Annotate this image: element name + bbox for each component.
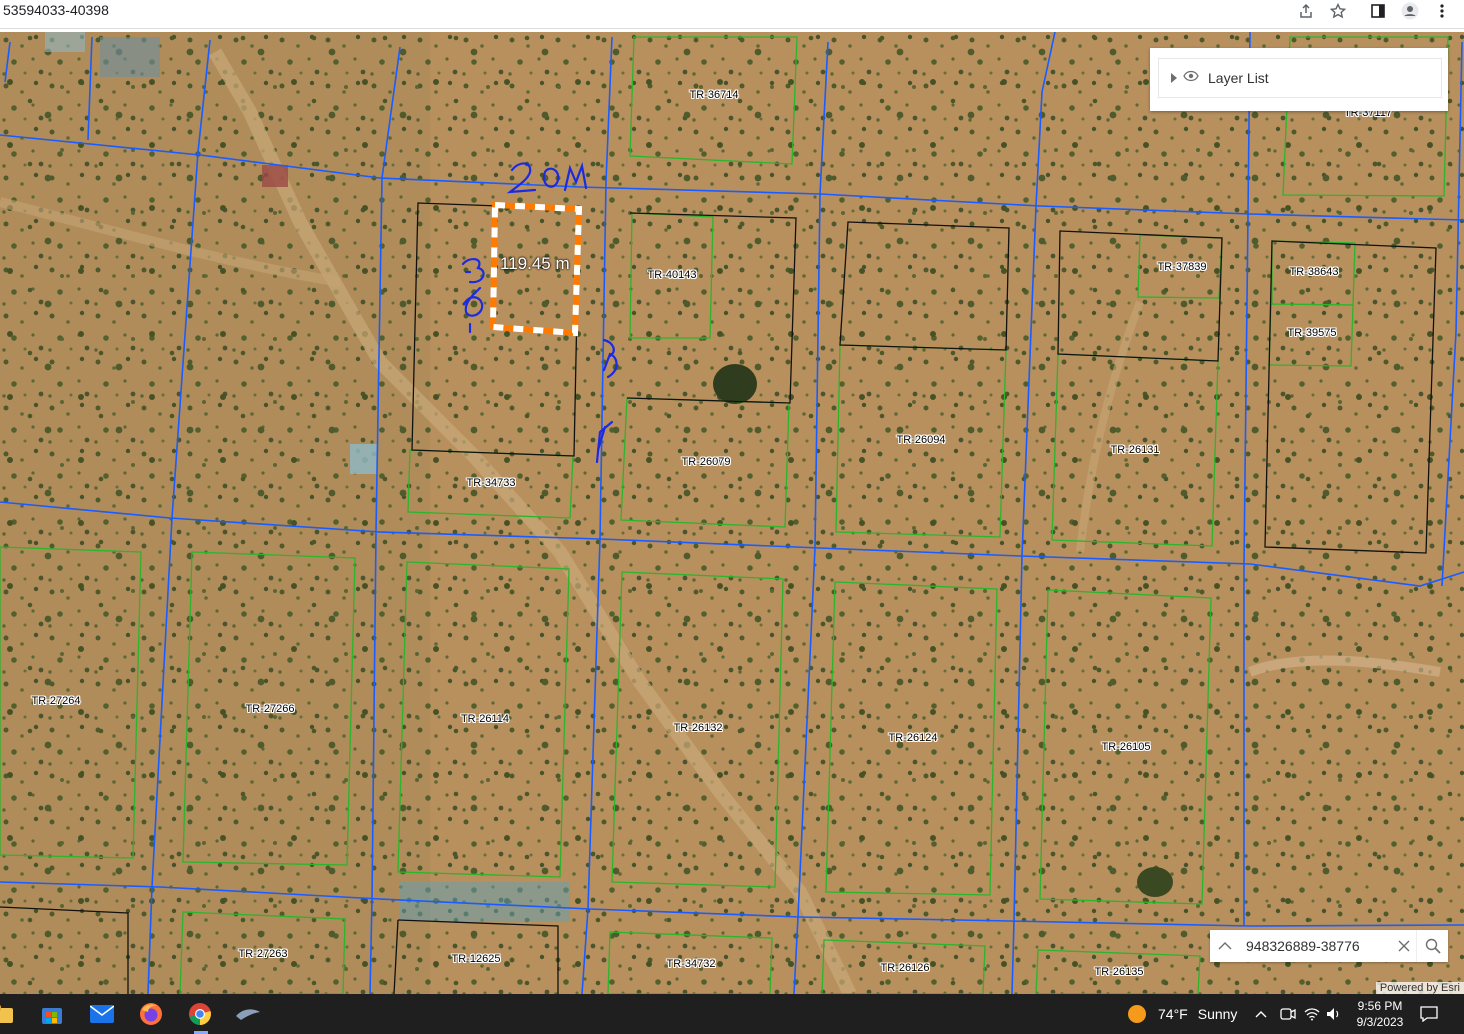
measurement-label: 119.45 m [500,254,570,273]
browser-menu-icon[interactable] [1428,0,1456,22]
parcel-label[interactable]: TR-40143 [648,269,697,281]
parcel-label[interactable]: TR-26124 [889,732,938,744]
map-view[interactable]: 119.45 m TR-36714 TR-37117 TR-40143 TR-3783… [0,32,1464,994]
parcel-label[interactable]: TR-38643 [1290,266,1339,278]
map-attribution[interactable]: Powered by Esri [1375,982,1464,994]
parcel-label[interactable]: TR-27264 [32,695,81,707]
search-widget [1210,930,1448,962]
volume-icon[interactable] [1326,994,1342,1034]
search-icon[interactable] [1416,930,1449,962]
windows-taskbar: 74°F Sunny 9:56 PM 9/3/2023 [0,994,1464,1034]
file-explorer-icon[interactable] [0,998,18,1030]
profile-avatar-icon[interactable] [1396,0,1424,22]
parcel-label[interactable]: TR-26131 [1111,444,1160,456]
clear-icon[interactable] [1392,930,1416,962]
parcel-label[interactable]: TR-39575 [1288,327,1337,339]
parcel-label[interactable]: TR-36714 [690,89,739,101]
parcel-label[interactable]: TR-12625 [452,953,501,965]
parcel-label[interactable]: TR-27266 [246,703,295,715]
clock-date: 9/3/2023 [1356,1015,1404,1029]
handwritten-ink [461,161,618,464]
chrome-icon[interactable] [184,998,216,1030]
clock-time: 9:56 PM [1357,999,1403,1013]
wifi-icon[interactable] [1304,994,1320,1034]
parcel-label[interactable]: TR-34733 [467,477,516,489]
parcel-label[interactable]: TR-26132 [674,722,723,734]
parcel-label[interactable]: TR-26105 [1102,741,1151,753]
parcel-label[interactable]: TR-26114 [461,713,509,725]
app-bird-icon[interactable] [232,998,264,1030]
address-bar-text[interactable]: 53594033-40398 [3,2,109,18]
meet-now-icon[interactable] [1280,994,1296,1034]
parcel-label[interactable]: TR-26135 [1095,966,1144,978]
parcel-label[interactable]: TR-34732 [667,958,716,970]
microsoft-store-icon[interactable] [36,998,68,1030]
layer-list-label: Layer List [1208,70,1269,86]
firefox-icon[interactable] [135,998,167,1030]
parcel-label[interactable]: TR-26126 [881,962,930,974]
search-input[interactable] [1242,930,1400,962]
chevron-up-icon[interactable] [1210,930,1240,962]
parcel-label[interactable]: TR-26094 [897,434,946,446]
browser-toolbar: 53594033-40398 [0,0,1464,29]
side-panel-icon[interactable] [1364,0,1392,22]
clock[interactable]: 9:56 PM 9/3/2023 [1352,994,1408,1034]
layer-list-toggle[interactable]: Layer List [1158,58,1442,98]
share-icon[interactable] [1292,0,1320,22]
layer-list-panel: Layer List [1150,48,1448,111]
weather-temp: 74°F [1158,1006,1188,1022]
parcel-label[interactable]: TR-37839 [1158,261,1207,273]
weather-text: Sunny [1197,1006,1238,1022]
expand-arrow-icon [1171,73,1177,83]
bookmark-star-icon[interactable] [1324,0,1352,22]
sun-icon [1128,1005,1146,1023]
tray-chevron-icon[interactable] [1255,994,1267,1034]
notification-icon[interactable] [1420,994,1438,1034]
parcel-label[interactable]: TR-27263 [239,948,288,960]
eye-icon [1183,69,1199,87]
parcel-label[interactable]: TR-26079 [682,456,731,468]
mail-icon[interactable] [86,998,118,1030]
weather-widget[interactable]: 74°F Sunny [1126,994,1237,1034]
